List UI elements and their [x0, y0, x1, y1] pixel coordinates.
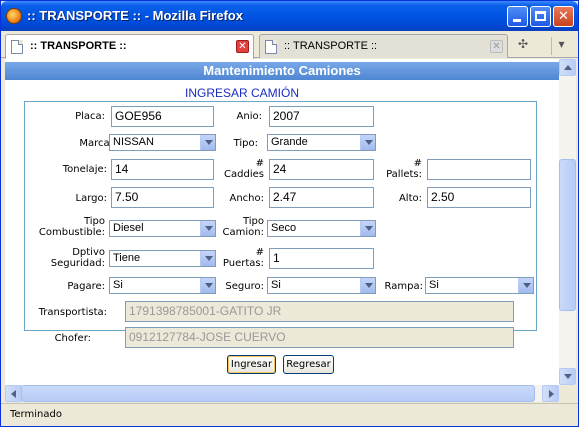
tab-overflow-icon[interactable]: ✣	[513, 37, 533, 55]
status-text: Terminado	[10, 409, 62, 420]
caddies-input[interactable]: 24	[269, 159, 374, 180]
pallets-label-hash: #	[413, 158, 422, 169]
rampa-value: Si	[429, 279, 439, 291]
puertas-label-hash: #	[255, 247, 264, 258]
tipo-camion-select[interactable]: Seco	[267, 220, 376, 237]
alto-input[interactable]: 2.50	[427, 187, 531, 208]
dispositivo-seguridad-select[interactable]: Tiene	[109, 250, 216, 267]
tonelaje-label: Tonelaje:	[62, 164, 107, 175]
chofer-label: Chofer:	[54, 333, 91, 344]
ingresar-button[interactable]: Ingresar	[227, 355, 276, 374]
chevron-up-icon	[564, 65, 572, 70]
close-icon: ✕	[558, 9, 569, 24]
tab-label: :: TRANSPORTE ::	[284, 40, 378, 52]
tab-list-icon[interactable]: ▾	[551, 37, 571, 55]
tonelaje-input[interactable]: 14	[111, 159, 214, 180]
window-title: :: TRANSPORTE :: - Mozilla Firefox	[27, 8, 243, 23]
tab-bar: :: TRANSPORTE :: ✕ :: TRANSPORTE :: ✕ ✣ …	[1, 31, 578, 59]
chevron-right-icon	[549, 390, 554, 398]
tipo-camion-label-2: Camion:	[222, 227, 264, 238]
regresar-button[interactable]: Regresar	[283, 355, 334, 374]
tipo-camion-value: Seco	[271, 222, 297, 234]
scroll-left-button[interactable]	[5, 385, 22, 402]
scroll-down-button[interactable]	[559, 368, 576, 385]
tipo-combustible-label-1: Tipo	[83, 216, 105, 227]
scroll-right-button[interactable]	[542, 385, 559, 402]
browser-window: :: TRANSPORTE :: - Mozilla Firefox ✕ :: …	[0, 0, 579, 427]
minimize-button[interactable]	[507, 6, 528, 27]
close-button[interactable]: ✕	[553, 6, 574, 27]
ancho-input[interactable]: 2.47	[269, 187, 374, 208]
chevron-down-icon	[200, 135, 215, 150]
pagare-select[interactable]: Si	[109, 277, 216, 294]
ancho-label: Ancho:	[229, 193, 264, 204]
marca-value: NISSAN	[113, 136, 154, 148]
transportista-field: 1791398785001-GATITO JR	[125, 301, 514, 322]
page-header: Mantenimiento Camiones	[5, 62, 559, 80]
page-icon	[265, 40, 277, 54]
minimize-icon	[513, 19, 521, 22]
form-title: INGRESAR CAMIÓN	[184, 86, 299, 100]
maximize-icon	[535, 11, 546, 21]
dispositivo-seguridad-label-1: Dptivo	[72, 247, 105, 258]
maximize-button[interactable]	[530, 6, 551, 27]
puertas-label: Puertas:	[222, 258, 264, 269]
placa-label: Placa:	[75, 111, 105, 122]
tipo-label: Tipo:	[233, 138, 258, 149]
scroll-up-button[interactable]	[559, 59, 576, 76]
page-content: Mantenimiento Camiones INGRESAR CAMIÓN P…	[5, 59, 559, 385]
horizontal-scroll-thumb[interactable]	[21, 385, 535, 402]
firefox-icon	[6, 8, 22, 24]
pagare-label: Pagare:	[67, 281, 105, 292]
chevron-down-icon	[360, 135, 375, 150]
rampa-label: Rampa:	[384, 281, 423, 292]
caddies-label: Caddies	[224, 169, 264, 180]
seguro-select[interactable]: Si	[267, 277, 376, 294]
chevron-left-icon	[11, 390, 16, 398]
rampa-select[interactable]: Si	[425, 277, 534, 294]
largo-label: Largo:	[75, 193, 107, 204]
seguro-value: Si	[271, 279, 281, 291]
tab-transporte[interactable]: :: TRANSPORTE :: ✕	[259, 34, 508, 58]
alto-label: Alto:	[398, 193, 422, 204]
title-bar[interactable]: :: TRANSPORTE :: - Mozilla Firefox ✕	[1, 1, 578, 31]
chevron-down-icon	[564, 374, 572, 379]
pagare-value: Si	[113, 279, 123, 291]
puertas-input[interactable]: 1	[269, 248, 374, 269]
chevron-down-icon	[518, 278, 533, 293]
page-icon	[11, 40, 23, 54]
tipo-combustible-select[interactable]: Diesel	[109, 220, 216, 237]
tipo-value: Grande	[271, 136, 308, 148]
status-bar: Terminado	[1, 403, 578, 426]
transportista-label: Transportista:	[38, 307, 107, 318]
tab-label: :: TRANSPORTE ::	[30, 40, 127, 52]
tipo-camion-label-1: Tipo	[242, 216, 264, 227]
marca-select[interactable]: NISSAN	[109, 134, 216, 151]
tipo-select[interactable]: Grande	[267, 134, 376, 151]
tipo-combustible-value: Diesel	[113, 222, 144, 234]
anio-input[interactable]: 2007	[269, 106, 374, 127]
chevron-down-icon	[360, 221, 375, 236]
pallets-label: Pallets:	[386, 169, 422, 180]
vertical-scroll-thumb[interactable]	[559, 159, 576, 311]
pallets-input[interactable]	[427, 159, 531, 180]
caddies-label-hash: #	[255, 158, 264, 169]
chofer-field: 0912127784-JOSE CUERVO	[125, 327, 514, 348]
largo-input[interactable]: 7.50	[111, 187, 214, 208]
placa-input[interactable]: GOE956	[111, 106, 214, 127]
seguro-label: Seguro:	[225, 281, 264, 292]
tab-close-icon[interactable]: ✕	[490, 40, 503, 53]
tab-transporte-active[interactable]: :: TRANSPORTE :: ✕	[5, 34, 254, 59]
tab-close-icon[interactable]: ✕	[236, 40, 249, 53]
dispositivo-seguridad-label-2: Seguridad:	[50, 258, 105, 269]
marca-label: Marca:	[79, 138, 113, 149]
tipo-combustible-label-2: Combustible:	[38, 227, 105, 238]
anio-label: Anio:	[236, 111, 262, 122]
dispositivo-seguridad-value: Tiene	[113, 252, 141, 264]
